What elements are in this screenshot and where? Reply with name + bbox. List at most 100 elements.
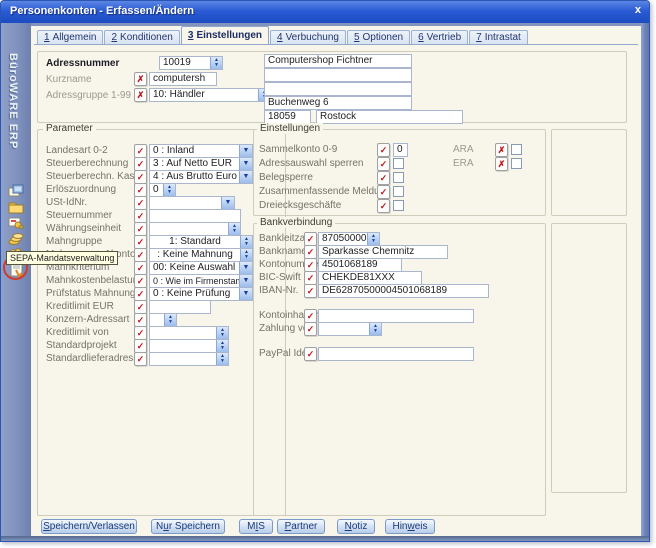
tab-allgemein[interactable]: 1Allgemein [37, 30, 103, 44]
partner-button[interactable]: Partner [277, 519, 325, 534]
spinner-icon[interactable]: ▲▼ [367, 233, 379, 245]
red-check-icon[interactable]: ✓ [377, 199, 390, 213]
steuernummer-field[interactable] [149, 209, 241, 223]
red-check-icon[interactable]: ✓ [304, 322, 317, 336]
chevron-down-icon[interactable]: ▼ [221, 197, 234, 209]
kontoinhaber-field[interactable] [318, 309, 474, 323]
tab-optionen[interactable]: 5Optionen [347, 30, 410, 44]
standardprojekt-field[interactable]: ▲▼ [149, 339, 229, 353]
red-check-icon[interactable]: ✓ [304, 284, 317, 298]
era-checkbox[interactable] [511, 158, 522, 169]
tab-einstellungen[interactable]: 3Einstellungen [181, 26, 269, 44]
spinner-icon[interactable]: ▲▼ [240, 236, 252, 248]
red-check-icon[interactable]: ✓ [134, 157, 147, 171]
belegsperre-checkbox[interactable] [393, 172, 404, 183]
chevron-down-icon[interactable]: ▼ [239, 158, 252, 170]
konzern-adressart-field[interactable]: ▲▼ [149, 313, 177, 327]
iban-field[interactable]: DE62870500004501068189 [318, 284, 489, 298]
ara-checkbox[interactable] [511, 144, 522, 155]
spinner-icon[interactable]: ▲▼ [216, 340, 228, 352]
index-cards-icon[interactable] [8, 183, 24, 199]
bankleitzahl-field[interactable]: 87050000▲▼ [318, 232, 380, 246]
red-check-icon[interactable]: ✓ [134, 209, 147, 223]
spinner-icon[interactable]: ▲▼ [216, 327, 228, 339]
paypal-ident-field[interactable] [318, 347, 474, 361]
red-check-icon[interactable]: ✓ [134, 196, 147, 210]
landesart-combo[interactable]: 0 : Inland▼ [149, 144, 253, 158]
chevron-down-icon[interactable]: ▼ [239, 171, 252, 183]
kreditlimit-von-field[interactable]: ▲▼ [149, 326, 229, 340]
kreditlimit-eur-field[interactable] [149, 300, 211, 314]
address-city-field[interactable]: Rostock [316, 110, 463, 124]
chevron-down-icon[interactable]: ▼ [239, 288, 252, 300]
tab-vertrieb[interactable]: 6Vertrieb [411, 30, 468, 44]
red-check-icon[interactable]: ✓ [134, 183, 147, 197]
red-check-icon[interactable]: ✓ [134, 144, 147, 158]
red-check-icon[interactable]: ✓ [377, 143, 390, 157]
sammelkonto-field[interactable]: 0 [393, 143, 408, 157]
tab-intrastat[interactable]: 7Intrastat [469, 30, 528, 44]
red-check-icon[interactable]: ✓ [134, 313, 147, 327]
tab-konditionen[interactable]: 2Konditionen [104, 30, 179, 44]
erloeszuordnung-field[interactable]: 0▲▼ [149, 183, 176, 197]
spinner-icon[interactable]: ▲▼ [210, 57, 222, 69]
dreiecksgeschaefte-checkbox[interactable] [393, 200, 404, 211]
zahlung-von-field[interactable]: ▲▼ [318, 322, 382, 336]
chevron-down-icon[interactable]: ▼ [239, 262, 252, 274]
nur-speichern-button[interactable]: Nur Speichern [151, 519, 225, 534]
waehrungseinheit-field[interactable]: ▲▼ [149, 222, 241, 236]
kurzname-field[interactable]: computersh [149, 72, 217, 86]
steuerberechnung-combo[interactable]: 3 : Auf Netto EUR▼ [149, 157, 253, 171]
spinner-icon[interactable]: ▲▼ [216, 353, 228, 365]
adressnummer-field[interactable]: 10019▲▼ [159, 56, 223, 70]
address-line2-field[interactable] [264, 68, 412, 82]
adressauswahl-checkbox[interactable] [393, 158, 404, 169]
red-check-icon[interactable]: ✓ [304, 271, 317, 285]
spinner-icon[interactable]: ▲▼ [163, 184, 175, 196]
window-titlebar[interactable]: Personenkonten - Erfassen/Ändern x [1, 1, 650, 23]
spinner-icon[interactable]: ▲▼ [164, 314, 176, 326]
red-check-icon[interactable]: ✓ [304, 258, 317, 272]
close-icon[interactable]: x [635, 4, 641, 16]
key-icon[interactable] [8, 215, 24, 231]
mahnkriterium-combo[interactable]: 00: Keine Auswahl▼ [149, 261, 253, 275]
address-line3-field[interactable] [264, 82, 412, 96]
red-check-icon[interactable]: ✓ [134, 235, 147, 249]
spinner-icon[interactable]: ▲▼ [369, 323, 381, 335]
mahngruppe-akonto-combo[interactable]: : Keine Mahnung▲▼ [149, 248, 253, 262]
mahngruppe-combo[interactable]: 1: Standard▲▼ [149, 235, 253, 249]
red-check-icon[interactable]: ✓ [134, 248, 147, 262]
red-x-icon[interactable]: ✗ [495, 143, 508, 157]
bankname-field[interactable]: Sparkasse Chemnitz [318, 245, 448, 259]
address-zip-field[interactable]: 18059 [264, 110, 311, 124]
coins-icon[interactable] [8, 231, 24, 247]
red-x-icon[interactable]: ✗ [134, 88, 147, 102]
steuerberechn-kasse-combo[interactable]: 4 : Aus Brutto Euro▼ [149, 170, 253, 184]
speichern-verlassen-button[interactable]: Speichern/Verlassen [41, 519, 137, 534]
red-check-icon[interactable]: ✓ [134, 339, 147, 353]
red-x-icon[interactable]: ✗ [495, 157, 508, 171]
red-check-icon[interactable]: ✓ [304, 309, 317, 323]
red-check-icon[interactable]: ✓ [134, 261, 147, 275]
notiz-button[interactable]: Notiz [337, 519, 375, 534]
mis-button[interactable]: MIS [239, 519, 273, 534]
hinweis-button[interactable]: Hinweis [385, 519, 435, 534]
red-check-icon[interactable]: ✓ [134, 326, 147, 340]
spinner-icon[interactable]: ▲▼ [240, 249, 252, 261]
kontonummer-field[interactable]: 4501068189 [318, 258, 402, 272]
spinner-icon[interactable]: ▲▼ [228, 223, 240, 235]
red-check-icon[interactable]: ✓ [134, 300, 147, 314]
red-check-icon[interactable]: ✓ [304, 245, 317, 259]
red-x-icon[interactable]: ✗ [134, 72, 147, 86]
red-check-icon[interactable]: ✓ [304, 232, 317, 246]
ust-idnr-combo[interactable]: ▼ [149, 196, 235, 210]
pruefstatus-combo[interactable]: 0 : Keine Prüfung▼ [149, 287, 253, 301]
red-check-icon[interactable]: ✓ [304, 347, 317, 361]
bic-swift-field[interactable]: CHEKDE81XXX [318, 271, 422, 285]
tab-verbuchung[interactable]: 4Verbuchung [270, 30, 346, 44]
adressgruppe-combo[interactable]: 10: Händler▲▼ [149, 88, 271, 102]
folder-icon[interactable] [8, 199, 24, 215]
mahnkostenbelastung-combo[interactable]: 0 : Wie im Firmenstamm eing▼ [149, 274, 253, 288]
red-check-icon[interactable]: ✓ [377, 171, 390, 185]
red-check-icon[interactable]: ✓ [134, 222, 147, 236]
